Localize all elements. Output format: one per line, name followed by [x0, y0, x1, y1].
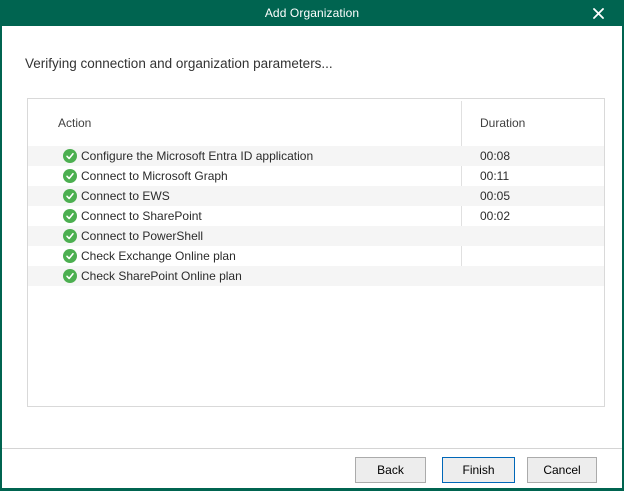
status-message: Verifying connection and organization pa…	[25, 56, 333, 71]
table-row[interactable]: Check Exchange Online plan	[28, 246, 604, 266]
action-label: Connect to PowerShell	[81, 229, 203, 243]
table-row[interactable]: Connect to EWS 00:05	[28, 186, 604, 206]
table-row[interactable]: Check SharePoint Online plan	[28, 266, 604, 286]
table-row[interactable]: Connect to Microsoft Graph 00:11	[28, 166, 604, 186]
table-row[interactable]: Connect to PowerShell	[28, 226, 604, 246]
column-header-duration: Duration	[480, 116, 525, 130]
check-circle-icon	[63, 209, 77, 223]
table-header: Action Duration	[28, 99, 604, 146]
action-label: Check SharePoint Online plan	[81, 269, 242, 283]
action-label: Check Exchange Online plan	[81, 249, 236, 263]
close-button[interactable]	[580, 0, 616, 26]
check-circle-icon	[63, 249, 77, 263]
check-circle-icon	[63, 189, 77, 203]
column-header-action: Action	[58, 116, 91, 130]
duration-value: 00:02	[480, 209, 510, 223]
cancel-button[interactable]: Cancel	[527, 457, 597, 483]
finish-button[interactable]: Finish	[442, 457, 515, 483]
action-label: Connect to SharePoint	[81, 209, 202, 223]
verification-table: Action Duration Configure the Microsoft …	[27, 98, 605, 407]
back-button[interactable]: Back	[355, 457, 426, 483]
duration-value: 00:05	[480, 189, 510, 203]
table-rows: Configure the Microsoft Entra ID applica…	[28, 146, 604, 286]
titlebar: Add Organization	[0, 0, 624, 26]
action-label: Configure the Microsoft Entra ID applica…	[81, 149, 313, 163]
duration-value: 00:11	[480, 169, 509, 183]
check-circle-icon	[63, 269, 77, 283]
check-circle-icon	[63, 149, 77, 163]
duration-value: 00:08	[480, 149, 510, 163]
action-label: Connect to EWS	[81, 189, 170, 203]
check-circle-icon	[63, 169, 77, 183]
table-row[interactable]: Connect to SharePoint 00:02	[28, 206, 604, 226]
dialog-title: Add Organization	[265, 6, 359, 20]
footer-divider	[0, 448, 624, 449]
action-label: Connect to Microsoft Graph	[81, 169, 228, 183]
check-circle-icon	[63, 229, 77, 243]
dialog-add-organization: Add Organization Verifying connection an…	[0, 0, 624, 491]
table-row[interactable]: Configure the Microsoft Entra ID applica…	[28, 146, 604, 166]
close-icon	[593, 8, 604, 19]
